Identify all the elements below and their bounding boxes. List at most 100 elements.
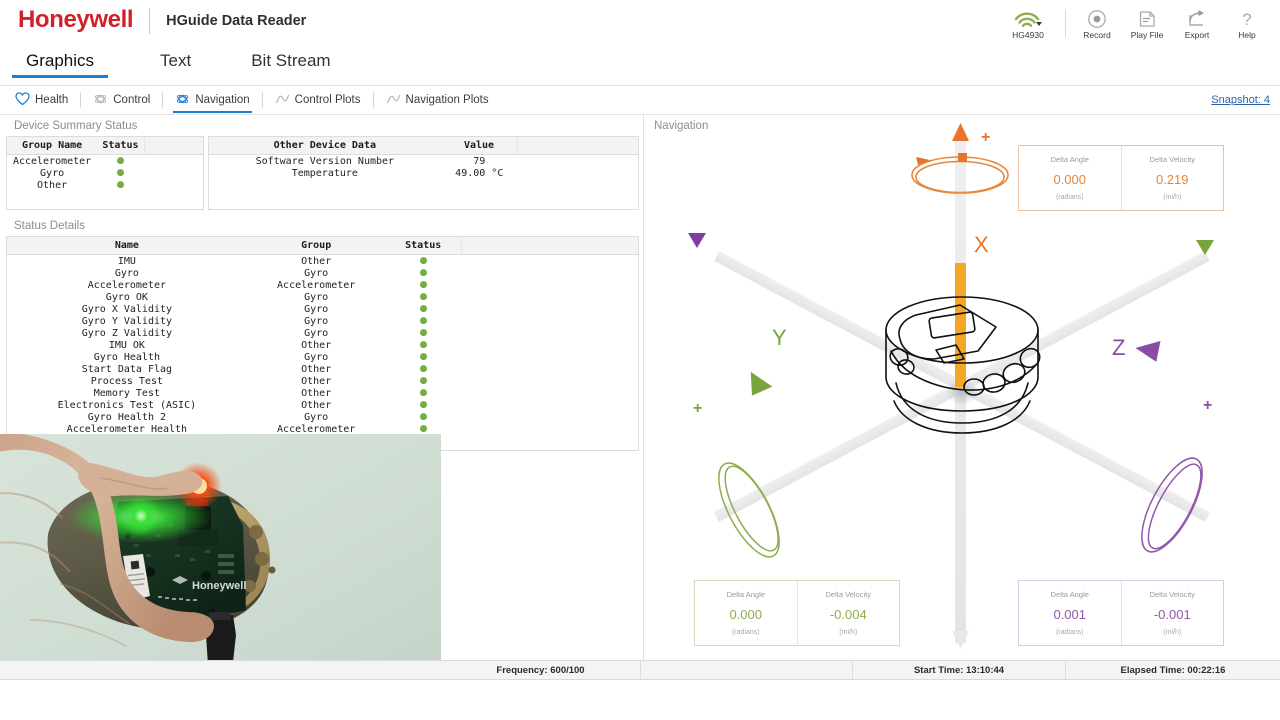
status-dot-cell — [386, 327, 462, 339]
table-row[interactable]: Gyro — [7, 167, 203, 179]
table-row[interactable]: Accelerometer — [7, 155, 203, 168]
other-blank-cell — [518, 167, 638, 179]
y-delta-angle-label: Delta Angle — [726, 590, 765, 599]
detail-blank-cell — [461, 327, 638, 339]
x-delta-angle-label: Delta Angle — [1050, 155, 1089, 164]
heart-icon — [15, 91, 30, 109]
table-row[interactable]: Memory Test Other — [7, 387, 638, 399]
table-row[interactable]: Other — [7, 179, 203, 191]
detail-name-cell: Gyro OK — [105, 291, 148, 303]
table-row[interactable]: Start Data Flag Other — [7, 363, 638, 375]
chart-line-icon — [386, 92, 401, 109]
help-icon: ? — [1238, 8, 1256, 30]
detail-blank-cell — [461, 411, 638, 423]
status-dot-cell — [97, 155, 144, 168]
table-row[interactable]: Electronics Test (ASIC) Other — [7, 399, 638, 411]
y-delta-velocity: Delta Velocity -0.004 (mi/h) — [796, 581, 900, 645]
detail-name-cell: Gyro Health 2 — [87, 411, 167, 423]
tab-graphics[interactable]: Graphics — [12, 50, 109, 78]
subbar-divider-3 — [261, 92, 263, 108]
table-row[interactable]: Gyro OK Gyro — [7, 291, 638, 303]
table-row[interactable]: IMU OK Other — [7, 339, 638, 351]
tab-text[interactable]: Text — [146, 51, 205, 78]
help-button[interactable]: ? Help — [1222, 0, 1272, 42]
wifi-icon — [1013, 8, 1043, 30]
status-dot-cell — [386, 279, 462, 291]
status-ok-icon — [419, 412, 427, 420]
other-device-data-table: Other Device Data Value Software Version… — [208, 136, 639, 210]
tab-graphics-label: Graphics — [26, 50, 95, 70]
detail-blank-cell — [461, 399, 638, 411]
x-delta-angle-value: 0.000 — [1053, 172, 1087, 187]
detail-blank-cell — [461, 339, 638, 351]
status-dot-cell — [386, 363, 462, 375]
col-detail-blank — [460, 237, 638, 255]
status-details-table[interactable]: Name Group Status IMU Other Gyro Gyro Accele… — [6, 236, 639, 451]
status-ok-icon — [117, 156, 125, 164]
play-file-icon — [1137, 8, 1157, 30]
col-detail-group: Group — [246, 237, 386, 255]
detail-blank-cell — [461, 267, 638, 279]
record-button[interactable]: Record — [1072, 0, 1122, 42]
status-ok-icon — [419, 316, 427, 324]
subtab-navigation-plots[interactable]: Navigation Plots — [377, 86, 498, 114]
detail-group-cell: Other — [301, 363, 332, 375]
detail-blank-cell — [461, 279, 638, 291]
detail-blank-cell — [461, 363, 638, 375]
x-delta-angle-units: (radians) — [1055, 194, 1084, 201]
status-frequency: Frequency: 600/100 — [441, 660, 641, 680]
subtab-control[interactable]: Control — [84, 86, 159, 114]
subbar-divider — [80, 92, 82, 108]
svg-text:+: + — [693, 400, 702, 417]
subtab-health[interactable]: Health — [6, 86, 77, 114]
navigation-3d-view[interactable]: + X Y + Z + Delta Angle 0.000 (radians) … — [644, 115, 1280, 660]
svg-text:?: ? — [1242, 10, 1251, 29]
col-group-status: Status — [97, 137, 145, 155]
detail-blank-cell — [461, 423, 638, 435]
status-dot-cell — [386, 303, 462, 315]
z-delta-angle: Delta Angle 0.001 (radians) — [1019, 581, 1121, 645]
detail-name-cell: Gyro X Validity — [81, 303, 173, 315]
device-selector[interactable]: HG4930 — [997, 0, 1059, 42]
detail-group-cell: Gyro — [304, 267, 329, 279]
detail-blank-cell — [461, 291, 638, 303]
export-button[interactable]: Export — [1172, 0, 1222, 42]
other-name-cell: Temperature — [291, 167, 358, 179]
tab-text-label: Text — [160, 50, 192, 70]
table-row[interactable]: Gyro Y Validity Gyro — [7, 315, 638, 327]
subtab-navigation[interactable]: Navigation — [166, 86, 258, 114]
detail-name-cell: Gyro Y Validity — [81, 315, 173, 327]
table-row[interactable]: Gyro Health Gyro — [7, 351, 638, 363]
subtab-control-plots[interactable]: Control Plots — [266, 86, 370, 114]
export-label: Export — [1184, 29, 1210, 40]
detail-group-cell: Other — [301, 339, 332, 351]
status-ok-icon — [419, 280, 427, 288]
app-title: HGuide Data Reader — [166, 13, 307, 29]
live-video-feed[interactable]: Honeywell — [0, 434, 441, 680]
detail-blank-cell — [461, 255, 638, 268]
snapshot-link[interactable]: Snapshot: 4 — [1211, 94, 1270, 106]
status-ok-icon — [419, 388, 427, 396]
table-row[interactable]: IMU Other — [7, 255, 638, 268]
svg-text:Honeywell: Honeywell — [192, 580, 246, 592]
table-row[interactable]: Gyro Health 2 Gyro — [7, 411, 638, 423]
table-row[interactable]: Gyro X Validity Gyro — [7, 303, 638, 315]
tab-bit-stream[interactable]: Bit Stream — [237, 51, 344, 78]
subtab-control-label: Control — [113, 94, 151, 106]
x-delta-velocity-label: Delta Velocity — [1149, 155, 1195, 164]
play-file-button[interactable]: Play File — [1122, 0, 1172, 42]
detail-blank-cell — [461, 387, 638, 399]
status-ok-icon — [419, 424, 427, 432]
table-row[interactable]: Accelerometer Accelerometer — [7, 279, 638, 291]
status-dot-cell — [386, 387, 462, 399]
table-row[interactable]: Gyro Gyro — [7, 267, 638, 279]
table-row[interactable]: Process Test Other — [7, 375, 638, 387]
table-row[interactable]: Temperature 49.00 °C — [209, 167, 638, 179]
group-blank-cell — [144, 167, 203, 179]
main-tabs: Graphics Text Bit Stream — [0, 42, 1280, 86]
table-row[interactable]: Gyro Z Validity Gyro — [7, 327, 638, 339]
status-bar: Frequency: 600/100 Start Time: 13:10:44 … — [0, 660, 1280, 680]
toolbar-divider — [1065, 9, 1066, 37]
table-row[interactable]: Software Version Number 79 — [209, 155, 638, 168]
group-name-cell: Accelerometer — [12, 155, 92, 167]
